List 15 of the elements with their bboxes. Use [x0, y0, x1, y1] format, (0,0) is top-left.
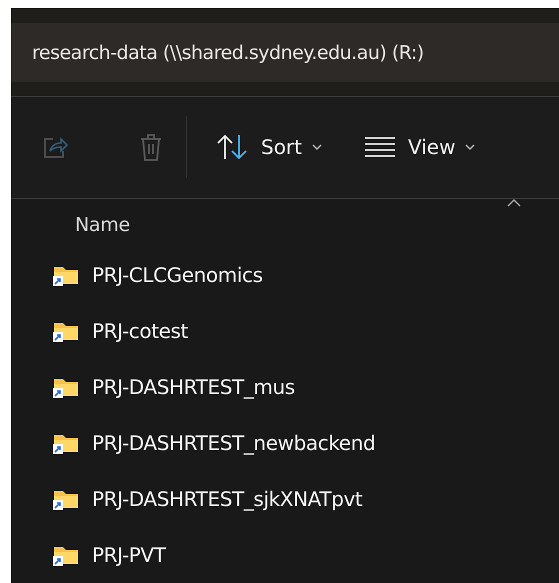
file-name[interactable]: PRJ-DASHRTEST_newbackend: [92, 431, 376, 455]
file-name[interactable]: PRJ-cotest: [92, 319, 188, 343]
list-lines-icon: [364, 135, 396, 160]
view-button[interactable]: View: [364, 135, 476, 160]
address-bar[interactable]: research-data (\\shared.sydney.edu.au) (R:): [11, 22, 559, 82]
column-header[interactable]: Name: [75, 214, 130, 236]
file-name[interactable]: PRJ-CLCGenomics: [92, 263, 263, 287]
sort-arrows-icon: [215, 133, 249, 162]
caret-icon: [312, 144, 322, 150]
file-name[interactable]: PRJ-DASHRTEST_mus: [92, 375, 295, 399]
file-name[interactable]: PRJ-PVT: [92, 543, 166, 567]
address-path: research-data (\\shared.sydney.edu.au) (R:): [32, 42, 424, 64]
caret-icon: [465, 144, 476, 150]
file-name[interactable]: PRJ-DASHRTEST_sjkXNATpvt: [92, 487, 362, 511]
sort-button[interactable]: Sort: [215, 133, 322, 162]
